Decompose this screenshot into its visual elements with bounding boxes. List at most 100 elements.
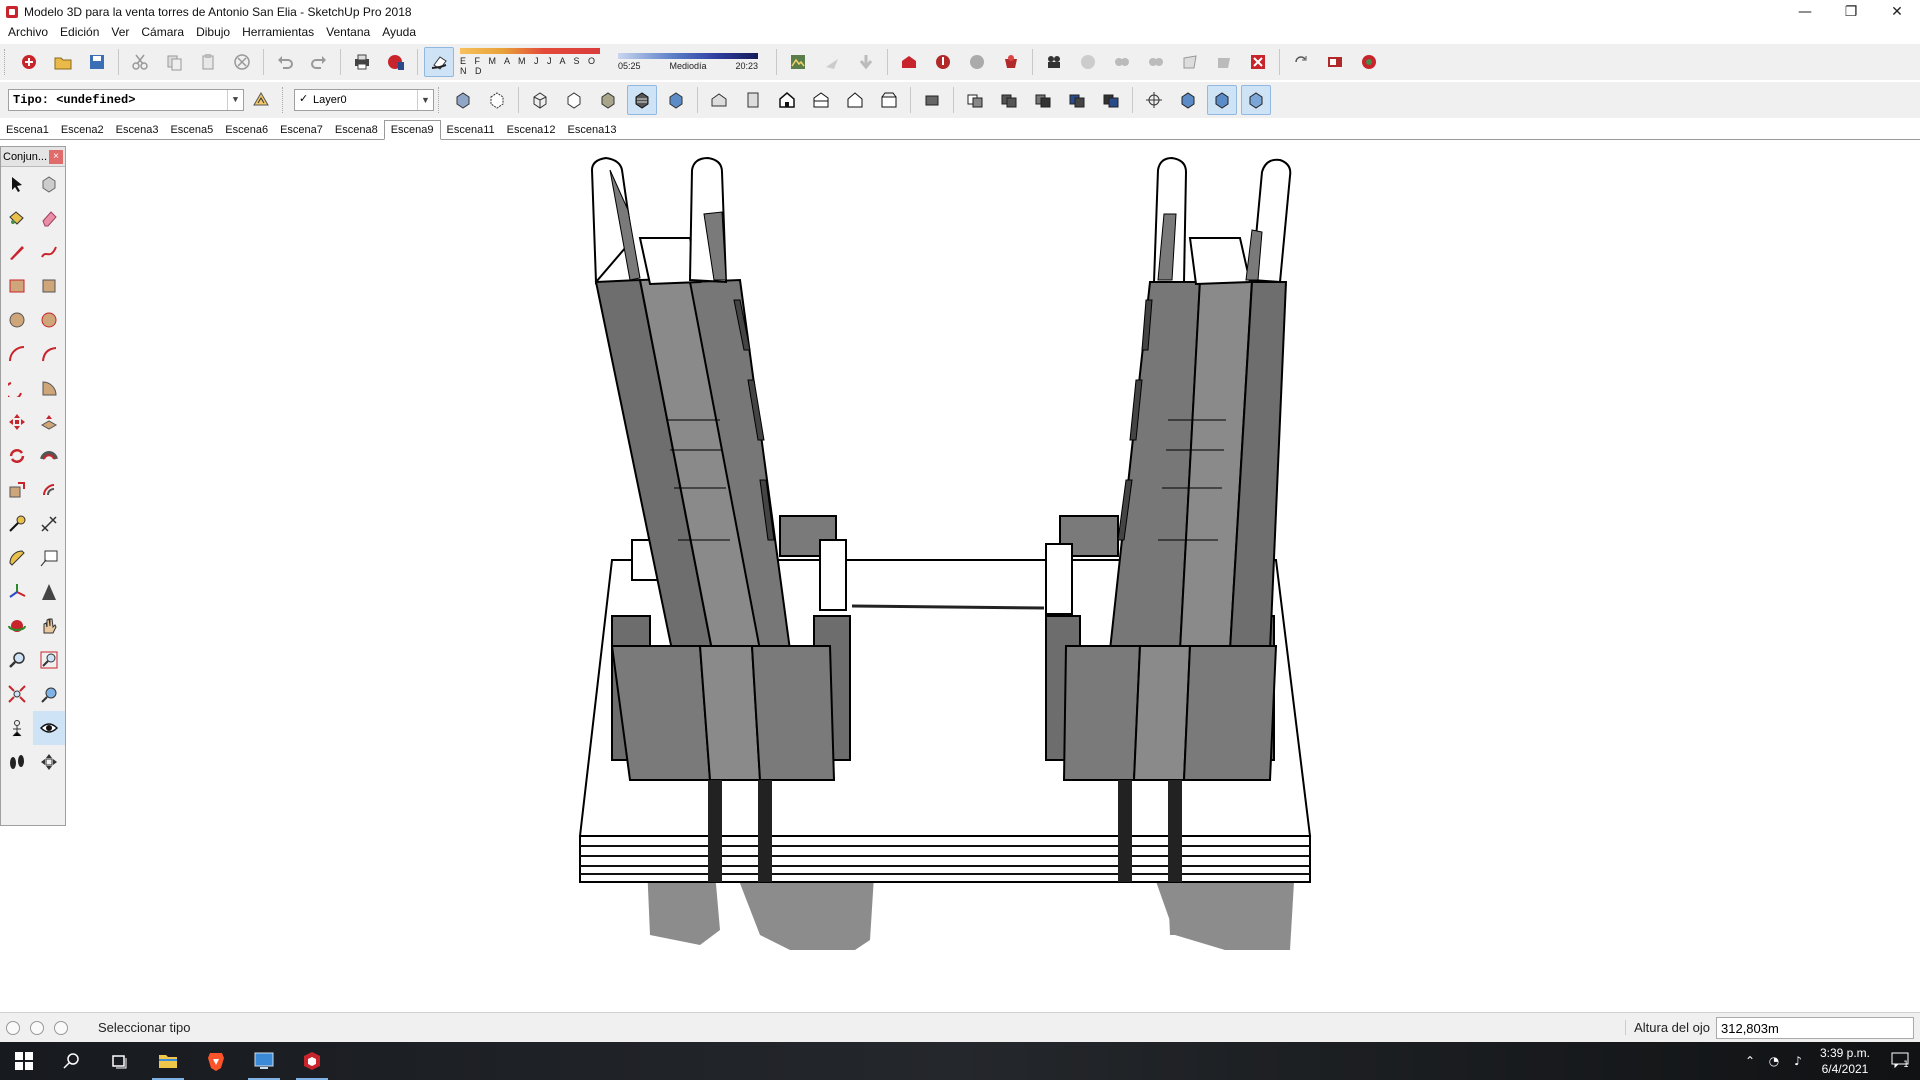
refresh-button[interactable]	[1286, 47, 1316, 77]
new-file-button[interactable]	[14, 47, 44, 77]
tipo-dropdown[interactable]: Tipo: <undefined> ▼	[8, 89, 244, 111]
toolbar-grip[interactable]	[4, 49, 8, 75]
rotate-tool[interactable]	[1, 439, 33, 473]
cut-button[interactable]	[125, 47, 155, 77]
hidden-line-button[interactable]	[559, 85, 589, 115]
classifier-button[interactable]	[246, 85, 276, 115]
split-button[interactable]	[1096, 85, 1126, 115]
position-camera-tool[interactable]	[1, 711, 33, 745]
chevron-up-icon[interactable]: ⌃	[1738, 1054, 1762, 1068]
wireframe-button[interactable]	[525, 85, 555, 115]
pie-tool[interactable]	[33, 371, 65, 405]
print-button[interactable]	[347, 47, 377, 77]
menu-ayuda[interactable]: Ayuda	[376, 25, 422, 39]
clock[interactable]: 3:39 p.m. 6/4/2021	[1810, 1045, 1880, 1077]
warehouse-button[interactable]	[894, 47, 924, 77]
zoom-extents-tool[interactable]	[1, 677, 33, 711]
tab-escena8[interactable]: Escena8	[329, 121, 384, 139]
import-button[interactable]	[1209, 47, 1239, 77]
text-tool[interactable]	[33, 541, 65, 575]
style-builder-button[interactable]	[1354, 47, 1384, 77]
shadows-toggle-button[interactable]	[424, 47, 454, 77]
move-tool[interactable]	[1, 405, 33, 439]
walk-tool[interactable]	[1, 745, 33, 779]
search-button[interactable]	[48, 1042, 96, 1080]
minimize-button[interactable]: —	[1782, 0, 1828, 24]
tab-escena7[interactable]: Escena7	[274, 121, 329, 139]
copy-button[interactable]	[159, 47, 189, 77]
three-point-arc-tool[interactable]	[1, 371, 33, 405]
month-slider[interactable]: E F M A M J J A S O N D	[460, 48, 610, 76]
outer-shell-button[interactable]	[917, 85, 947, 115]
sketchup-taskbar-button[interactable]	[288, 1042, 336, 1080]
credits-status-icon[interactable]	[30, 1020, 44, 1035]
user-status-icon[interactable]	[54, 1020, 68, 1035]
arc-tool[interactable]	[1, 337, 33, 371]
top-view-button[interactable]	[738, 85, 768, 115]
tab-escena5[interactable]: Escena5	[164, 121, 219, 139]
zoom-tool[interactable]	[1, 643, 33, 677]
shaded-button[interactable]	[593, 85, 623, 115]
tape-measure-tool[interactable]	[1, 507, 33, 541]
intersect-button[interactable]	[960, 85, 990, 115]
erase-button[interactable]	[227, 47, 257, 77]
tab-escena13[interactable]: Escena13	[562, 121, 623, 139]
reels-2-button[interactable]	[1141, 47, 1171, 77]
close-icon[interactable]: ×	[49, 149, 63, 164]
tools-panel-header[interactable]: Conjun... ×	[1, 147, 65, 167]
geolocation-status-icon[interactable]	[6, 1020, 20, 1035]
axes-tool[interactable]	[1, 575, 33, 609]
close-window-button[interactable]: ✕	[1874, 0, 1920, 24]
orbit-tool[interactable]	[1, 609, 33, 643]
tab-escena6[interactable]: Escena6	[219, 121, 274, 139]
share-model-button[interactable]	[928, 47, 958, 77]
menu-edicion[interactable]: Edición	[54, 25, 105, 39]
task-view-button[interactable]	[96, 1042, 144, 1080]
chevron-down-icon[interactable]: ▼	[227, 90, 243, 110]
geolocation-button[interactable]	[783, 47, 813, 77]
chevron-down-icon[interactable]: ▼	[417, 90, 433, 110]
month-slider-bar[interactable]	[460, 48, 600, 54]
two-point-arc-tool[interactable]	[33, 337, 65, 371]
desktop-app-button[interactable]	[240, 1042, 288, 1080]
reels-button[interactable]	[1107, 47, 1137, 77]
pan-tool[interactable]	[33, 609, 65, 643]
protractor-tool[interactable]	[1, 541, 33, 575]
front-view-button[interactable]	[772, 85, 802, 115]
display-section-planes-button[interactable]	[1207, 85, 1237, 115]
shaded-textures-button[interactable]	[627, 85, 657, 115]
tab-escena9[interactable]: Escena9	[383, 120, 441, 140]
push-pull-tool[interactable]	[33, 405, 65, 439]
layer-dropdown[interactable]: ✓ Layer0 ▼	[294, 89, 434, 111]
time-slider[interactable]: 05:25 Mediodía 20:23	[618, 53, 768, 71]
follow-me-tool[interactable]	[33, 439, 65, 473]
open-file-button[interactable]	[48, 47, 78, 77]
select-tool[interactable]	[1, 167, 33, 201]
look-around-tool[interactable]	[33, 711, 65, 745]
export-button[interactable]	[1175, 47, 1205, 77]
zoom-window-tool[interactable]	[33, 643, 65, 677]
file-explorer-button[interactable]	[144, 1042, 192, 1080]
start-button[interactable]	[0, 1042, 48, 1080]
menu-ventana[interactable]: Ventana	[320, 25, 376, 39]
tab-escena11[interactable]: Escena11	[441, 121, 501, 139]
share-component-button[interactable]	[962, 47, 992, 77]
back-view-button[interactable]	[840, 85, 870, 115]
dimension-tool[interactable]	[33, 507, 65, 541]
previous-view-tool[interactable]	[33, 677, 65, 711]
save-button[interactable]	[82, 47, 112, 77]
rectangle-tool[interactable]	[1, 269, 33, 303]
tab-escena3[interactable]: Escena3	[110, 121, 165, 139]
undo-button[interactable]	[270, 47, 300, 77]
xray-button[interactable]	[448, 85, 478, 115]
add-location-button[interactable]	[817, 47, 847, 77]
paste-button[interactable]	[193, 47, 223, 77]
tab-escena12[interactable]: Escena12	[501, 121, 562, 139]
scale-tool[interactable]	[1, 473, 33, 507]
notifications-button[interactable]: 1	[1880, 1052, 1920, 1070]
monochrome-button[interactable]	[661, 85, 691, 115]
left-view-button[interactable]	[874, 85, 904, 115]
brave-browser-button[interactable]	[192, 1042, 240, 1080]
menu-dibujo[interactable]: Dibujo	[190, 25, 236, 39]
model-info-button[interactable]	[381, 47, 411, 77]
